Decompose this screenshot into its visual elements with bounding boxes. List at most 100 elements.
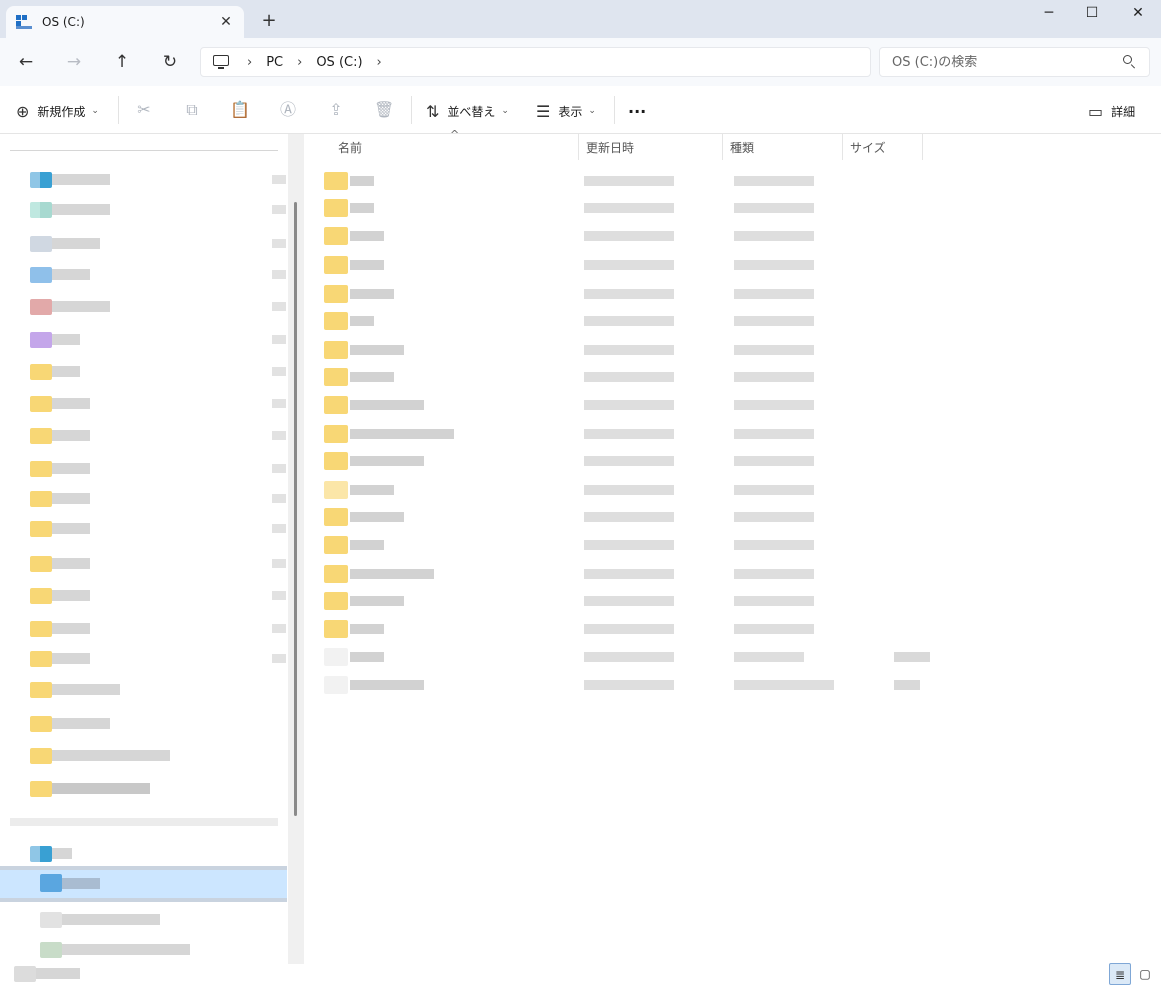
- list-item[interactable]: [322, 197, 932, 219]
- sidebar-item[interactable]: [0, 170, 288, 190]
- pin-icon: [272, 175, 286, 184]
- sidebar-item[interactable]: [0, 714, 288, 734]
- view-button[interactable]: ☰ 表示 ⌄: [536, 98, 596, 124]
- breadcrumb-pc[interactable]: PC: [266, 55, 283, 70]
- sidebar-item[interactable]: [0, 519, 288, 539]
- sidebar-item[interactable]: [0, 746, 288, 766]
- back-button[interactable]: ←: [12, 50, 40, 74]
- copy-icon[interactable]: ⧉: [182, 100, 202, 120]
- column-header-type[interactable]: 種類: [724, 134, 843, 160]
- details-label: 詳細: [1111, 104, 1136, 119]
- list-item[interactable]: [322, 394, 932, 416]
- sidebar-item[interactable]: [0, 964, 288, 984]
- list-item[interactable]: [322, 506, 932, 528]
- column-header-name[interactable]: 名前: [332, 134, 579, 160]
- sidebar-item[interactable]: [0, 265, 288, 285]
- search-icon[interactable]: [1123, 55, 1137, 69]
- refresh-button[interactable]: ↻: [156, 50, 184, 74]
- folder-icon: [30, 172, 52, 188]
- sidebar-item[interactable]: [0, 200, 288, 220]
- paste-icon[interactable]: 📋: [230, 100, 250, 120]
- list-item[interactable]: [322, 674, 932, 696]
- command-bar: ⊕ 新規作成 ⌄ ✂ ⧉ 📋 Ⓐ ⇪ 🗑 ⇅ 並べ替え ⌄ ☰ 表示 ⌄ ···…: [0, 86, 1161, 134]
- minimize-button[interactable]: ─: [1026, 2, 1072, 24]
- list-item[interactable]: [322, 170, 932, 192]
- list-item[interactable]: [322, 254, 932, 276]
- more-options-button[interactable]: ···: [628, 98, 646, 124]
- scrollbar-thumb[interactable]: [294, 202, 297, 816]
- column-header-size[interactable]: サイズ: [844, 134, 923, 160]
- list-item[interactable]: [322, 225, 932, 247]
- drive-icon: [16, 15, 32, 29]
- forward-button[interactable]: →: [60, 50, 88, 74]
- list-item[interactable]: [322, 590, 932, 612]
- new-tab-button[interactable]: +: [258, 10, 280, 32]
- up-button[interactable]: ↑: [108, 50, 136, 74]
- new-label: 新規作成: [37, 104, 86, 119]
- column-header-date[interactable]: 更新日時: [580, 134, 723, 160]
- sidebar-item[interactable]: [0, 426, 288, 446]
- sidebar-item[interactable]: [0, 330, 288, 350]
- sidebar-item[interactable]: [0, 779, 288, 799]
- sidebar-item-selected[interactable]: [0, 866, 287, 902]
- sidebar-item[interactable]: [0, 362, 288, 382]
- pin-icon: [272, 399, 286, 408]
- sidebar-item[interactable]: [0, 586, 288, 606]
- folder-icon: [324, 425, 348, 443]
- sidebar-item[interactable]: [0, 680, 288, 700]
- folder-icon: [30, 491, 52, 507]
- sidebar-item[interactable]: [0, 844, 288, 864]
- list-item[interactable]: [322, 646, 932, 668]
- rename-icon[interactable]: Ⓐ: [278, 100, 298, 120]
- list-item[interactable]: [322, 563, 932, 585]
- tab-close-icon[interactable]: ✕: [218, 14, 234, 30]
- tab-os-c[interactable]: OS (C:) ✕: [6, 6, 244, 38]
- list-item[interactable]: [322, 618, 932, 640]
- chevron-down-icon: ⌄: [501, 106, 509, 116]
- maximize-button[interactable]: ☐: [1069, 2, 1115, 24]
- list-item[interactable]: [322, 310, 932, 332]
- sidebar-item[interactable]: [0, 554, 288, 574]
- pin-icon: [272, 464, 286, 473]
- new-button[interactable]: ⊕ 新規作成 ⌄: [16, 98, 99, 124]
- close-window-button[interactable]: ✕: [1115, 2, 1161, 24]
- search-input[interactable]: [892, 54, 1123, 70]
- sidebar-item[interactable]: [0, 619, 288, 639]
- pin-icon: [272, 591, 286, 600]
- details-view-button[interactable]: ≣: [1109, 963, 1131, 985]
- navigation-pane[interactable]: [0, 134, 288, 986]
- folder-icon: [324, 536, 348, 554]
- sidebar-scrollbar[interactable]: [288, 134, 304, 964]
- folder-icon: [30, 716, 52, 732]
- share-icon[interactable]: ⇪: [326, 100, 346, 120]
- folder-icon: [30, 556, 52, 572]
- details-pane-button[interactable]: ▭ 詳細: [1088, 98, 1135, 124]
- folder-icon: [324, 227, 348, 245]
- sidebar-item[interactable]: [0, 649, 288, 669]
- sort-button[interactable]: ⇅ 並べ替え ⌄: [426, 98, 509, 124]
- sidebar-item[interactable]: [0, 234, 288, 254]
- sidebar-item[interactable]: [0, 459, 288, 479]
- cut-icon[interactable]: ✂: [134, 100, 154, 120]
- folder-icon: [324, 199, 348, 217]
- sidebar-item[interactable]: [0, 489, 288, 509]
- sidebar-item[interactable]: [0, 910, 288, 930]
- sidebar-item[interactable]: [0, 297, 288, 317]
- address-bar[interactable]: › PC › OS (C:) ›: [200, 47, 871, 77]
- list-item[interactable]: [322, 450, 932, 472]
- view-label: 表示: [558, 104, 583, 119]
- list-item[interactable]: [322, 479, 932, 501]
- breadcrumb-separator[interactable]: ›: [377, 55, 382, 70]
- list-item[interactable]: [322, 534, 932, 556]
- list-item[interactable]: [322, 366, 932, 388]
- breadcrumb-os-c[interactable]: OS (C:): [316, 55, 362, 70]
- list-item[interactable]: [322, 283, 932, 305]
- sidebar-item[interactable]: [0, 394, 288, 414]
- list-item[interactable]: [322, 423, 932, 445]
- tiles-view-button[interactable]: ▢: [1134, 963, 1156, 985]
- list-item[interactable]: [322, 339, 932, 361]
- divider: [10, 818, 278, 826]
- search-box[interactable]: [879, 47, 1150, 77]
- sidebar-item[interactable]: [0, 940, 288, 960]
- delete-icon[interactable]: 🗑: [374, 100, 394, 120]
